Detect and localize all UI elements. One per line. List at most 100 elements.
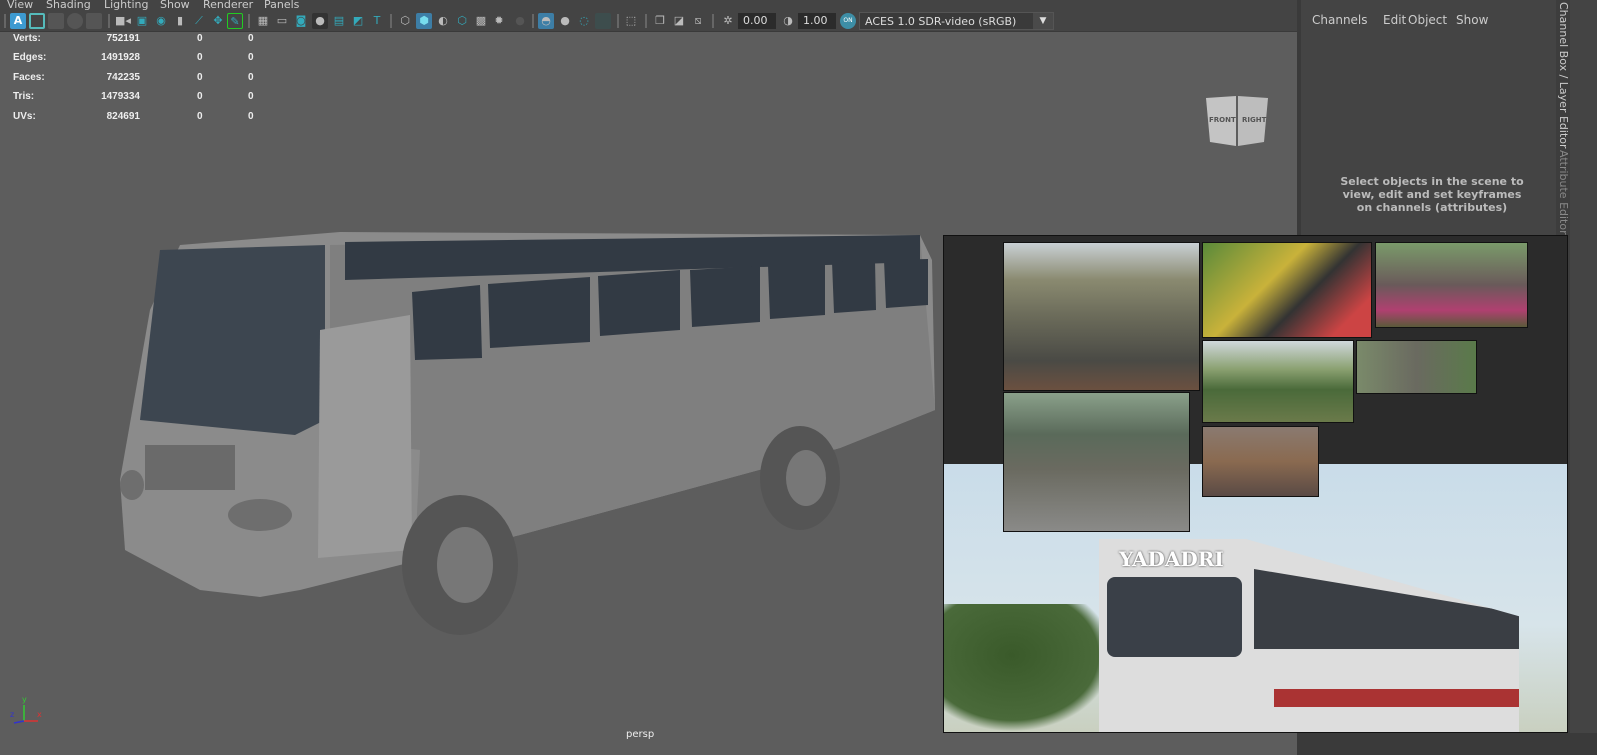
gate-mask-icon[interactable]: ● <box>312 13 328 29</box>
trees <box>944 604 1114 732</box>
select-camera-icon[interactable]: A <box>10 13 26 29</box>
channels-menu[interactable]: Channels <box>1312 13 1368 27</box>
accident-photo-5 <box>1356 340 1477 394</box>
motion-blur-icon[interactable]: ◌ <box>576 13 592 29</box>
separator <box>390 14 392 28</box>
separator <box>712 14 714 28</box>
accident-photo-4 <box>1202 340 1354 423</box>
stat-total: 1479334 <box>101 91 140 103</box>
field-chart-icon[interactable]: ▤ <box>331 13 347 29</box>
pan-zoom-icon[interactable]: ✥ <box>210 13 226 29</box>
bus-name-front: YADADRI <box>1119 547 1224 571</box>
stat-selected: 0 <box>197 52 203 64</box>
color-management-toggle[interactable]: ON <box>840 13 856 29</box>
reference-image-overlay: YADADRI <box>943 235 1568 733</box>
xray-icon[interactable]: ◓ <box>538 13 554 29</box>
anti-aliasing-icon[interactable] <box>595 13 611 29</box>
resolution-gate-icon[interactable]: ◙ <box>293 13 309 29</box>
grease-pencil-active-icon[interactable]: ✎ <box>227 13 243 29</box>
accident-photo-7 <box>1202 426 1319 497</box>
color-space-dropdown[interactable]: ACES 1.0 SDR-video (sRGB) ▼ <box>859 12 1054 30</box>
wireframe-icon[interactable]: ⬡ <box>397 13 413 29</box>
stat-row-faces: Faces: 742235 0 0 <box>13 72 273 91</box>
frame-icon[interactable] <box>29 13 45 29</box>
axis-indicator: y x z <box>8 695 48 731</box>
exposure-field[interactable]: 0.00 <box>738 13 776 29</box>
lights-icon[interactable]: ✹ <box>491 13 507 29</box>
stat-component: 0 <box>248 52 254 64</box>
xray-joints-icon[interactable]: ❐ <box>652 13 668 29</box>
stat-component: 0 <box>248 110 254 122</box>
ambient-occlusion-icon[interactable]: ● <box>557 13 573 29</box>
stat-total: 1491928 <box>101 52 140 64</box>
camera-attributes-icon[interactable]: ■◂ <box>115 13 131 29</box>
2d-pan-icon[interactable] <box>86 13 102 29</box>
stat-label: Tris: <box>13 91 35 103</box>
tab-channel-box-layer-editor[interactable]: Channel Box / Layer Editor <box>1557 2 1570 149</box>
stat-row-verts: Verts: 752191 0 0 <box>13 33 273 52</box>
stat-total: 752191 <box>106 33 140 44</box>
stat-selected: 0 <box>197 71 203 83</box>
grid-icon[interactable]: ▦ <box>255 13 271 29</box>
accident-photo-2 <box>1202 242 1372 338</box>
bookmark-icon[interactable] <box>48 13 64 29</box>
bookmark-icon[interactable]: ▮ <box>172 13 188 29</box>
isolate-select-icon[interactable]: ⬚ <box>623 13 639 29</box>
backface-culling-icon[interactable]: ⧅ <box>690 13 706 29</box>
bus-body: YADADRI <box>1099 539 1519 732</box>
poly-count-hud: Verts: 752191 0 0 Edges: 1491928 0 0 Faces: 742… <box>13 33 273 130</box>
channel-box-empty-message: Select objects in the scene to view, edi… <box>1340 175 1524 214</box>
view-cube[interactable]: FRONT RIGHT <box>1206 96 1270 152</box>
stat-row-edges: Edges: 1491928 0 0 <box>13 52 273 71</box>
accident-photo-3 <box>1375 242 1528 328</box>
smooth-shade-icon[interactable]: ⬢ <box>416 13 432 29</box>
axis-y-label: y <box>22 695 27 704</box>
film-gate-icon[interactable]: ▭ <box>274 13 290 29</box>
color-space-value: ACES 1.0 SDR-video (sRGB) <box>865 15 1017 28</box>
safe-action-icon[interactable]: ◩ <box>350 13 366 29</box>
tab-attribute-editor[interactable]: Attribute Editor <box>1557 150 1570 235</box>
stat-label: Verts: <box>13 33 41 44</box>
separator <box>617 14 619 28</box>
camera-name-label: persp <box>626 729 655 740</box>
view-cube-right[interactable]: RIGHT <box>1242 116 1266 124</box>
stat-selected: 0 <box>197 33 203 44</box>
stat-component: 0 <box>248 71 254 83</box>
axis-z-label: z <box>10 710 15 719</box>
accident-photo-6 <box>1003 392 1190 532</box>
image-plane-icon[interactable] <box>67 13 83 29</box>
view-cube-front[interactable]: FRONT <box>1209 116 1236 124</box>
accident-photo-1 <box>1003 242 1200 391</box>
separator <box>532 14 534 28</box>
gamma-icon[interactable]: ◑ <box>780 13 796 29</box>
stat-row-tris: Tris: 1479334 0 0 <box>13 91 273 110</box>
stat-selected: 0 <box>197 91 203 103</box>
xray-active-icon[interactable]: ◪ <box>671 13 687 29</box>
stat-row-uvs: UVs: 824691 0 0 <box>13 111 273 130</box>
show-menu[interactable]: Show <box>1456 13 1488 27</box>
lock-camera-icon[interactable]: ▣ <box>134 13 150 29</box>
chevron-down-icon: ▼ <box>1033 13 1053 29</box>
grease-pencil-icon[interactable]: ⟋ <box>191 13 207 29</box>
gamma-field[interactable]: 1.00 <box>798 13 836 29</box>
viewport-toolbar: A ■◂ ▣ ◉ ▮ ⟋ ✥ ✎ ▦ ▭ ◙ ● ▤ ◩ T ⬡ ⬢ ◐ ⬡ ▩… <box>0 10 1297 32</box>
object-menu[interactable]: Object <box>1408 13 1447 27</box>
separator <box>645 14 647 28</box>
exposure-icon[interactable]: ✲ <box>720 13 736 29</box>
separator <box>4 14 6 28</box>
separator <box>108 14 110 28</box>
wireframe-on-shaded-icon[interactable]: ⬡ <box>454 13 470 29</box>
stat-label: Faces: <box>13 71 45 83</box>
stat-total: 742235 <box>106 71 140 83</box>
stat-component: 0 <box>248 33 254 44</box>
stat-component: 0 <box>248 91 254 103</box>
stat-label: UVs: <box>13 110 36 122</box>
horizontal-scrollbar[interactable] <box>1297 733 1597 755</box>
edit-menu[interactable]: Edit <box>1383 13 1406 27</box>
separator <box>248 14 250 28</box>
textured-icon[interactable]: ▩ <box>473 13 489 29</box>
shadows-icon[interactable]: ● <box>512 13 528 29</box>
safe-title-icon[interactable]: T <box>369 13 385 29</box>
default-material-icon[interactable]: ◐ <box>435 13 451 29</box>
camera-settings-icon[interactable]: ◉ <box>153 13 169 29</box>
